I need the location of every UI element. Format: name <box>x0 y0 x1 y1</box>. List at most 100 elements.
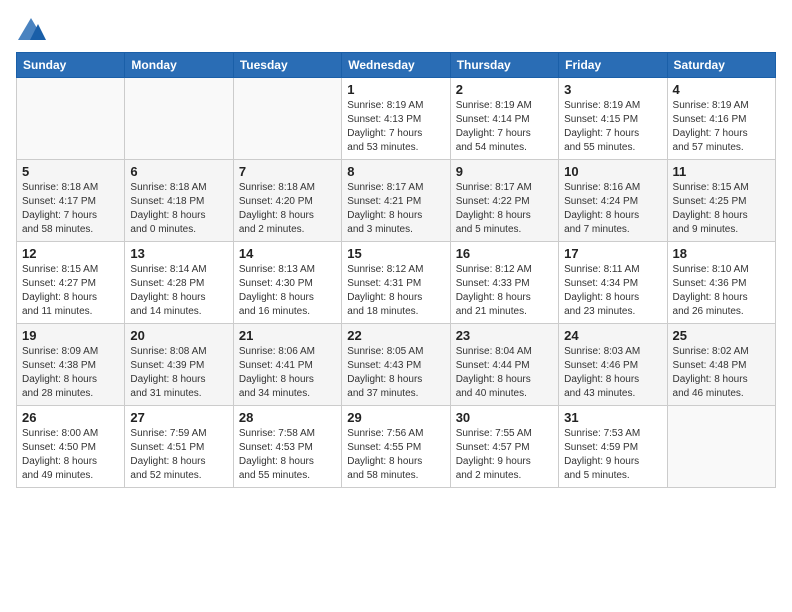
calendar-cell <box>233 78 341 160</box>
calendar-cell <box>17 78 125 160</box>
calendar-cell: 12 Sunrise: 8:15 AM Sunset: 4:27 PM Dayli… <box>17 242 125 324</box>
day-number: 13 <box>130 246 227 261</box>
weekday-header-tuesday: Tuesday <box>233 53 341 78</box>
day-number: 3 <box>564 82 661 97</box>
day-number: 20 <box>130 328 227 343</box>
day-number: 12 <box>22 246 119 261</box>
day-number: 21 <box>239 328 336 343</box>
calendar-cell: 21 Sunrise: 8:06 AM Sunset: 4:41 PM Dayli… <box>233 324 341 406</box>
day-info: Sunrise: 7:53 AM Sunset: 4:59 PM Dayligh… <box>564 427 661 483</box>
calendar-cell: 19 Sunrise: 8:09 AM Sunset: 4:38 PM Dayli… <box>17 324 125 406</box>
weekday-header-monday: Monday <box>125 53 233 78</box>
calendar-cell: 6 Sunrise: 8:18 AM Sunset: 4:18 PM Daylig… <box>125 160 233 242</box>
day-info: Sunrise: 8:17 AM Sunset: 4:21 PM Dayligh… <box>347 181 444 237</box>
day-info: Sunrise: 8:05 AM Sunset: 4:43 PM Dayligh… <box>347 345 444 401</box>
day-number: 4 <box>673 82 770 97</box>
day-info: Sunrise: 8:09 AM Sunset: 4:38 PM Dayligh… <box>22 345 119 401</box>
day-number: 7 <box>239 164 336 179</box>
day-info: Sunrise: 8:11 AM Sunset: 4:34 PM Dayligh… <box>564 263 661 319</box>
calendar-cell: 22 Sunrise: 8:05 AM Sunset: 4:43 PM Dayli… <box>342 324 450 406</box>
day-number: 28 <box>239 410 336 425</box>
calendar-cell: 29 Sunrise: 7:56 AM Sunset: 4:55 PM Dayli… <box>342 406 450 488</box>
header <box>16 16 776 44</box>
calendar-cell: 30Sunrise: 7:55 AM Sunset: 4:57 PM Dayli… <box>450 406 558 488</box>
calendar-cell: 14 Sunrise: 8:13 AM Sunset: 4:30 PM Dayli… <box>233 242 341 324</box>
calendar-cell: 31 Sunrise: 7:53 AM Sunset: 4:59 PM Dayli… <box>559 406 667 488</box>
day-info: Sunrise: 7:59 AM Sunset: 4:51 PM Dayligh… <box>130 427 227 483</box>
week-row-5: 26 Sunrise: 8:00 AM Sunset: 4:50 PM Dayli… <box>17 406 776 488</box>
day-number: 23 <box>456 328 553 343</box>
day-number: 31 <box>564 410 661 425</box>
calendar-cell <box>125 78 233 160</box>
logo-icon <box>16 16 46 44</box>
day-number: 25 <box>673 328 770 343</box>
weekday-header-friday: Friday <box>559 53 667 78</box>
calendar-cell: 10 Sunrise: 8:16 AM Sunset: 4:24 PM Dayli… <box>559 160 667 242</box>
weekday-header-wednesday: Wednesday <box>342 53 450 78</box>
day-info: Sunrise: 7:58 AM Sunset: 4:53 PM Dayligh… <box>239 427 336 483</box>
day-number: 29 <box>347 410 444 425</box>
day-number: 2 <box>456 82 553 97</box>
week-row-2: 5 Sunrise: 8:18 AM Sunset: 4:17 PM Daylig… <box>17 160 776 242</box>
calendar-cell: 9 Sunrise: 8:17 AM Sunset: 4:22 PM Daylig… <box>450 160 558 242</box>
weekday-header-sunday: Sunday <box>17 53 125 78</box>
day-number: 8 <box>347 164 444 179</box>
calendar-cell: 4 Sunrise: 8:19 AM Sunset: 4:16 PM Daylig… <box>667 78 775 160</box>
day-info: Sunrise: 8:12 AM Sunset: 4:31 PM Dayligh… <box>347 263 444 319</box>
day-info: Sunrise: 7:55 AM Sunset: 4:57 PM Dayligh… <box>456 427 553 483</box>
day-number: 6 <box>130 164 227 179</box>
day-number: 27 <box>130 410 227 425</box>
day-info: Sunrise: 8:19 AM Sunset: 4:16 PM Dayligh… <box>673 99 770 155</box>
day-info: Sunrise: 8:18 AM Sunset: 4:17 PM Dayligh… <box>22 181 119 237</box>
calendar-cell: 11 Sunrise: 8:15 AM Sunset: 4:25 PM Dayli… <box>667 160 775 242</box>
day-info: Sunrise: 8:04 AM Sunset: 4:44 PM Dayligh… <box>456 345 553 401</box>
day-info: Sunrise: 8:18 AM Sunset: 4:20 PM Dayligh… <box>239 181 336 237</box>
calendar-cell: 26 Sunrise: 8:00 AM Sunset: 4:50 PM Dayli… <box>17 406 125 488</box>
calendar-cell: 8 Sunrise: 8:17 AM Sunset: 4:21 PM Daylig… <box>342 160 450 242</box>
calendar-cell: 25 Sunrise: 8:02 AM Sunset: 4:48 PM Dayli… <box>667 324 775 406</box>
day-info: Sunrise: 8:19 AM Sunset: 4:13 PM Dayligh… <box>347 99 444 155</box>
day-number: 15 <box>347 246 444 261</box>
day-info: Sunrise: 8:14 AM Sunset: 4:28 PM Dayligh… <box>130 263 227 319</box>
day-info: Sunrise: 8:02 AM Sunset: 4:48 PM Dayligh… <box>673 345 770 401</box>
day-info: Sunrise: 8:15 AM Sunset: 4:27 PM Dayligh… <box>22 263 119 319</box>
day-number: 5 <box>22 164 119 179</box>
day-info: Sunrise: 8:00 AM Sunset: 4:50 PM Dayligh… <box>22 427 119 483</box>
day-number: 16 <box>456 246 553 261</box>
week-row-3: 12 Sunrise: 8:15 AM Sunset: 4:27 PM Dayli… <box>17 242 776 324</box>
calendar-cell: 5 Sunrise: 8:18 AM Sunset: 4:17 PM Daylig… <box>17 160 125 242</box>
day-number: 26 <box>22 410 119 425</box>
day-info: Sunrise: 7:56 AM Sunset: 4:55 PM Dayligh… <box>347 427 444 483</box>
calendar-cell: 27 Sunrise: 7:59 AM Sunset: 4:51 PM Dayli… <box>125 406 233 488</box>
day-info: Sunrise: 8:08 AM Sunset: 4:39 PM Dayligh… <box>130 345 227 401</box>
week-row-1: 1 Sunrise: 8:19 AM Sunset: 4:13 PM Daylig… <box>17 78 776 160</box>
calendar-cell: 28 Sunrise: 7:58 AM Sunset: 4:53 PM Dayli… <box>233 406 341 488</box>
day-number: 1 <box>347 82 444 97</box>
day-number: 19 <box>22 328 119 343</box>
day-info: Sunrise: 8:15 AM Sunset: 4:25 PM Dayligh… <box>673 181 770 237</box>
calendar-cell: 24 Sunrise: 8:03 AM Sunset: 4:46 PM Dayli… <box>559 324 667 406</box>
day-number: 10 <box>564 164 661 179</box>
calendar-cell: 23 Sunrise: 8:04 AM Sunset: 4:44 PM Dayli… <box>450 324 558 406</box>
day-info: Sunrise: 8:16 AM Sunset: 4:24 PM Dayligh… <box>564 181 661 237</box>
day-info: Sunrise: 8:06 AM Sunset: 4:41 PM Dayligh… <box>239 345 336 401</box>
calendar-cell: 2 Sunrise: 8:19 AM Sunset: 4:14 PM Daylig… <box>450 78 558 160</box>
day-number: 22 <box>347 328 444 343</box>
day-number: 11 <box>673 164 770 179</box>
calendar-cell: 1 Sunrise: 8:19 AM Sunset: 4:13 PM Daylig… <box>342 78 450 160</box>
weekday-header-saturday: Saturday <box>667 53 775 78</box>
day-info: Sunrise: 8:17 AM Sunset: 4:22 PM Dayligh… <box>456 181 553 237</box>
day-number: 18 <box>673 246 770 261</box>
day-info: Sunrise: 8:03 AM Sunset: 4:46 PM Dayligh… <box>564 345 661 401</box>
day-number: 9 <box>456 164 553 179</box>
day-info: Sunrise: 8:19 AM Sunset: 4:14 PM Dayligh… <box>456 99 553 155</box>
day-info: Sunrise: 8:13 AM Sunset: 4:30 PM Dayligh… <box>239 263 336 319</box>
day-info: Sunrise: 8:18 AM Sunset: 4:18 PM Dayligh… <box>130 181 227 237</box>
calendar-cell: 18Sunrise: 8:10 AM Sunset: 4:36 PM Dayli… <box>667 242 775 324</box>
weekday-header-row: SundayMondayTuesdayWednesdayThursdayFrid… <box>17 53 776 78</box>
calendar-cell: 20 Sunrise: 8:08 AM Sunset: 4:39 PM Dayli… <box>125 324 233 406</box>
day-number: 14 <box>239 246 336 261</box>
day-number: 24 <box>564 328 661 343</box>
calendar-table: SundayMondayTuesdayWednesdayThursdayFrid… <box>16 52 776 488</box>
day-info: Sunrise: 8:12 AM Sunset: 4:33 PM Dayligh… <box>456 263 553 319</box>
